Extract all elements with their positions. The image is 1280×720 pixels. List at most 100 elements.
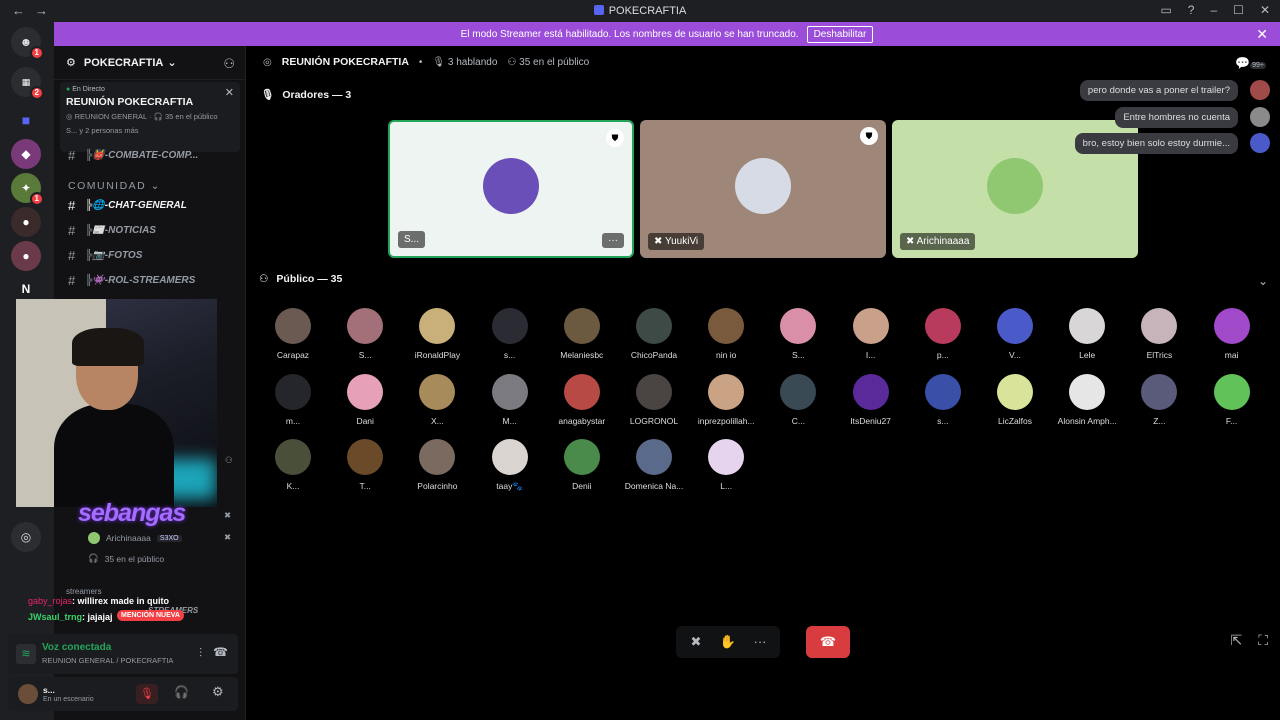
audience-member[interactable]: S... (329, 308, 401, 360)
close-banner-icon[interactable]: ✕ (1256, 26, 1268, 43)
stage-user-row[interactable]: Arichinaaaa S3XO (88, 532, 182, 544)
stage-title: REUNIÓN POKECRAFTIA (281, 56, 409, 68)
voice-status[interactable]: Voz conectada (42, 642, 111, 653)
channel-fotos[interactable]: # ╠📷-FOTOS (68, 248, 142, 263)
audience-member[interactable]: Z... (1123, 373, 1195, 426)
audience-member[interactable]: s... (474, 308, 546, 360)
signal-icon[interactable]: ≋ (16, 644, 36, 664)
audience-member[interactable]: Domenica Na... (618, 439, 690, 491)
channel-chat-general[interactable]: # ╠🌐-CHAT-GENERAL (68, 198, 187, 213)
audience-member[interactable]: V... (979, 308, 1051, 360)
home-discord-icon[interactable]: ☻ 1 (11, 27, 44, 60)
audience-avatar (708, 308, 745, 344)
server-icon-2[interactable]: ✦ 1 (11, 173, 44, 206)
audience-member[interactable]: Dani (329, 373, 401, 426)
more-options-icon[interactable]: ··· (602, 233, 624, 248)
leave-stage-button[interactable]: ☎ (806, 626, 850, 658)
server-folder-icon[interactable]: ▦ 2 (11, 67, 44, 100)
close-card-icon[interactable]: ✕ (225, 86, 234, 99)
mic-icon: 🎙 (261, 89, 275, 101)
audience-member[interactable]: K... (257, 439, 329, 491)
audience-member[interactable]: inprezpolillah... (690, 373, 762, 426)
audience-member[interactable]: m... (257, 373, 329, 426)
inbox-icon[interactable]: ▭ (1160, 3, 1171, 17)
audience-member[interactable]: X... (401, 373, 473, 426)
collapse-chevron-icon[interactable]: ⌄ (1258, 274, 1268, 288)
audience-avatar (924, 308, 961, 344)
channel-rol-streamers[interactable]: # ╠👾-ROL-STREAMERS (68, 273, 195, 288)
audience-member[interactable]: Lele (1051, 308, 1123, 360)
maximize-button[interactable]: ☐ (1233, 3, 1244, 17)
audience-member[interactable]: S... (762, 308, 834, 360)
hash-icon: # (68, 223, 76, 238)
folder-icon[interactable]: ■ (11, 105, 41, 135)
audience-member[interactable]: Polarcinho (401, 439, 473, 491)
audience-member[interactable]: T... (329, 439, 401, 491)
close-window-button[interactable]: ✕ (1260, 3, 1270, 17)
disconnect-icon[interactable]: ☎ (213, 645, 228, 659)
mute-mic-button[interactable]: 🎙 (136, 684, 158, 704)
audience-name: L... (720, 481, 733, 491)
audience-member[interactable]: Alonsin Amph... (1051, 373, 1123, 426)
audience-member[interactable]: ElTrics (1123, 308, 1195, 360)
audience-member[interactable]: p... (907, 308, 979, 360)
more-options-icon[interactable]: ··· (748, 630, 772, 654)
audience-avatar (491, 373, 528, 410)
audience-member[interactable]: Carapaz (257, 308, 329, 360)
speaker-avatar (735, 158, 791, 215)
server-icon-3[interactable]: ● (11, 207, 41, 237)
bubble-avatar (1250, 133, 1270, 153)
audience-avatar (924, 373, 961, 410)
audience-member[interactable]: mai (1196, 308, 1268, 360)
discover-icon[interactable]: ◎ (11, 522, 41, 552)
category-streamers[interactable]: streamers (66, 587, 102, 596)
mic-muted-icon[interactable]: ✖ (684, 630, 708, 654)
popout-icon[interactable]: ⇱ (1230, 632, 1242, 649)
streamer-brand: sebangas (78, 499, 186, 527)
speaker-tile[interactable]: ⛊ ✖ YuukiVi (640, 120, 886, 258)
channel-combate[interactable]: # ╠👹-COMBATE-COMP... (68, 148, 198, 163)
audience-name: Z... (1153, 415, 1166, 426)
server-badge: 1 (29, 192, 44, 206)
server-icon-pokecraftia[interactable]: ◆ (11, 139, 41, 169)
audience-member[interactable]: I... (835, 308, 907, 360)
channel-noticias[interactable]: # ╠📰-NOTICIAS (68, 223, 156, 238)
audience-member[interactable]: iRonaldPlay (401, 308, 473, 360)
live-stage-card[interactable]: ● En Directo REUNIÓN POKECRAFTIA ◎ REUNI… (60, 82, 240, 152)
deafen-button[interactable]: 🎧 (174, 685, 189, 699)
audience-name: anagabystar (558, 415, 606, 426)
audience-member[interactable]: F... (1196, 373, 1268, 426)
audience-member[interactable]: s... (907, 373, 979, 426)
audience-member[interactable]: ChicoPanda (618, 308, 690, 360)
noise-suppression-icon[interactable]: ⫶ (199, 646, 202, 661)
audience-member[interactable]: L... (690, 439, 762, 491)
add-member-icon[interactable]: ⚇ (223, 56, 235, 72)
new-mention-badge[interactable]: MENCIÓN NUEVA (117, 610, 184, 621)
help-icon[interactable]: ? (1188, 3, 1195, 17)
audience-member[interactable]: nin io (690, 308, 762, 360)
speaker-tile[interactable]: ⛊ S... ··· (388, 120, 634, 258)
audience-row[interactable]: 🎧 35 en el público (88, 553, 164, 564)
control-group: ✖ ✋ ··· (676, 626, 780, 658)
audience-member[interactable]: Melaniesbc (546, 308, 618, 360)
category-comunidad[interactable]: COMUNIDAD ⌄ (68, 180, 161, 192)
settings-gear-icon[interactable]: ⚙ (212, 684, 224, 700)
raise-hand-icon[interactable]: ✋ (716, 630, 740, 654)
disable-streamer-button[interactable]: Deshabilitar (806, 25, 874, 43)
stage-user-add-icon[interactable]: ⚇ (225, 455, 233, 466)
notifications-icon[interactable]: 💬 99+ (1235, 56, 1266, 70)
fullscreen-icon[interactable]: ⛶ (1258, 632, 1268, 649)
audience-member[interactable]: Denii (546, 439, 618, 491)
audience-member[interactable]: LOGRONOL (618, 373, 690, 426)
audience-member[interactable]: M... (474, 373, 546, 426)
audience-member[interactable]: anagabystar (546, 373, 618, 426)
audience-member[interactable]: taay🐾 (474, 439, 546, 492)
audience-avatar (636, 373, 672, 410)
audience-member[interactable]: ItsDeniu27 (835, 373, 907, 426)
minimize-button[interactable]: – (1210, 3, 1217, 17)
server-icon-4[interactable]: ● (11, 241, 41, 271)
user-avatar[interactable] (18, 684, 38, 704)
audience-member[interactable]: C... (762, 373, 834, 426)
server-header[interactable]: ⚙ POKECRAFTIA ⌄ ⚇ (54, 46, 245, 80)
audience-member[interactable]: LicZalfos (979, 373, 1051, 426)
